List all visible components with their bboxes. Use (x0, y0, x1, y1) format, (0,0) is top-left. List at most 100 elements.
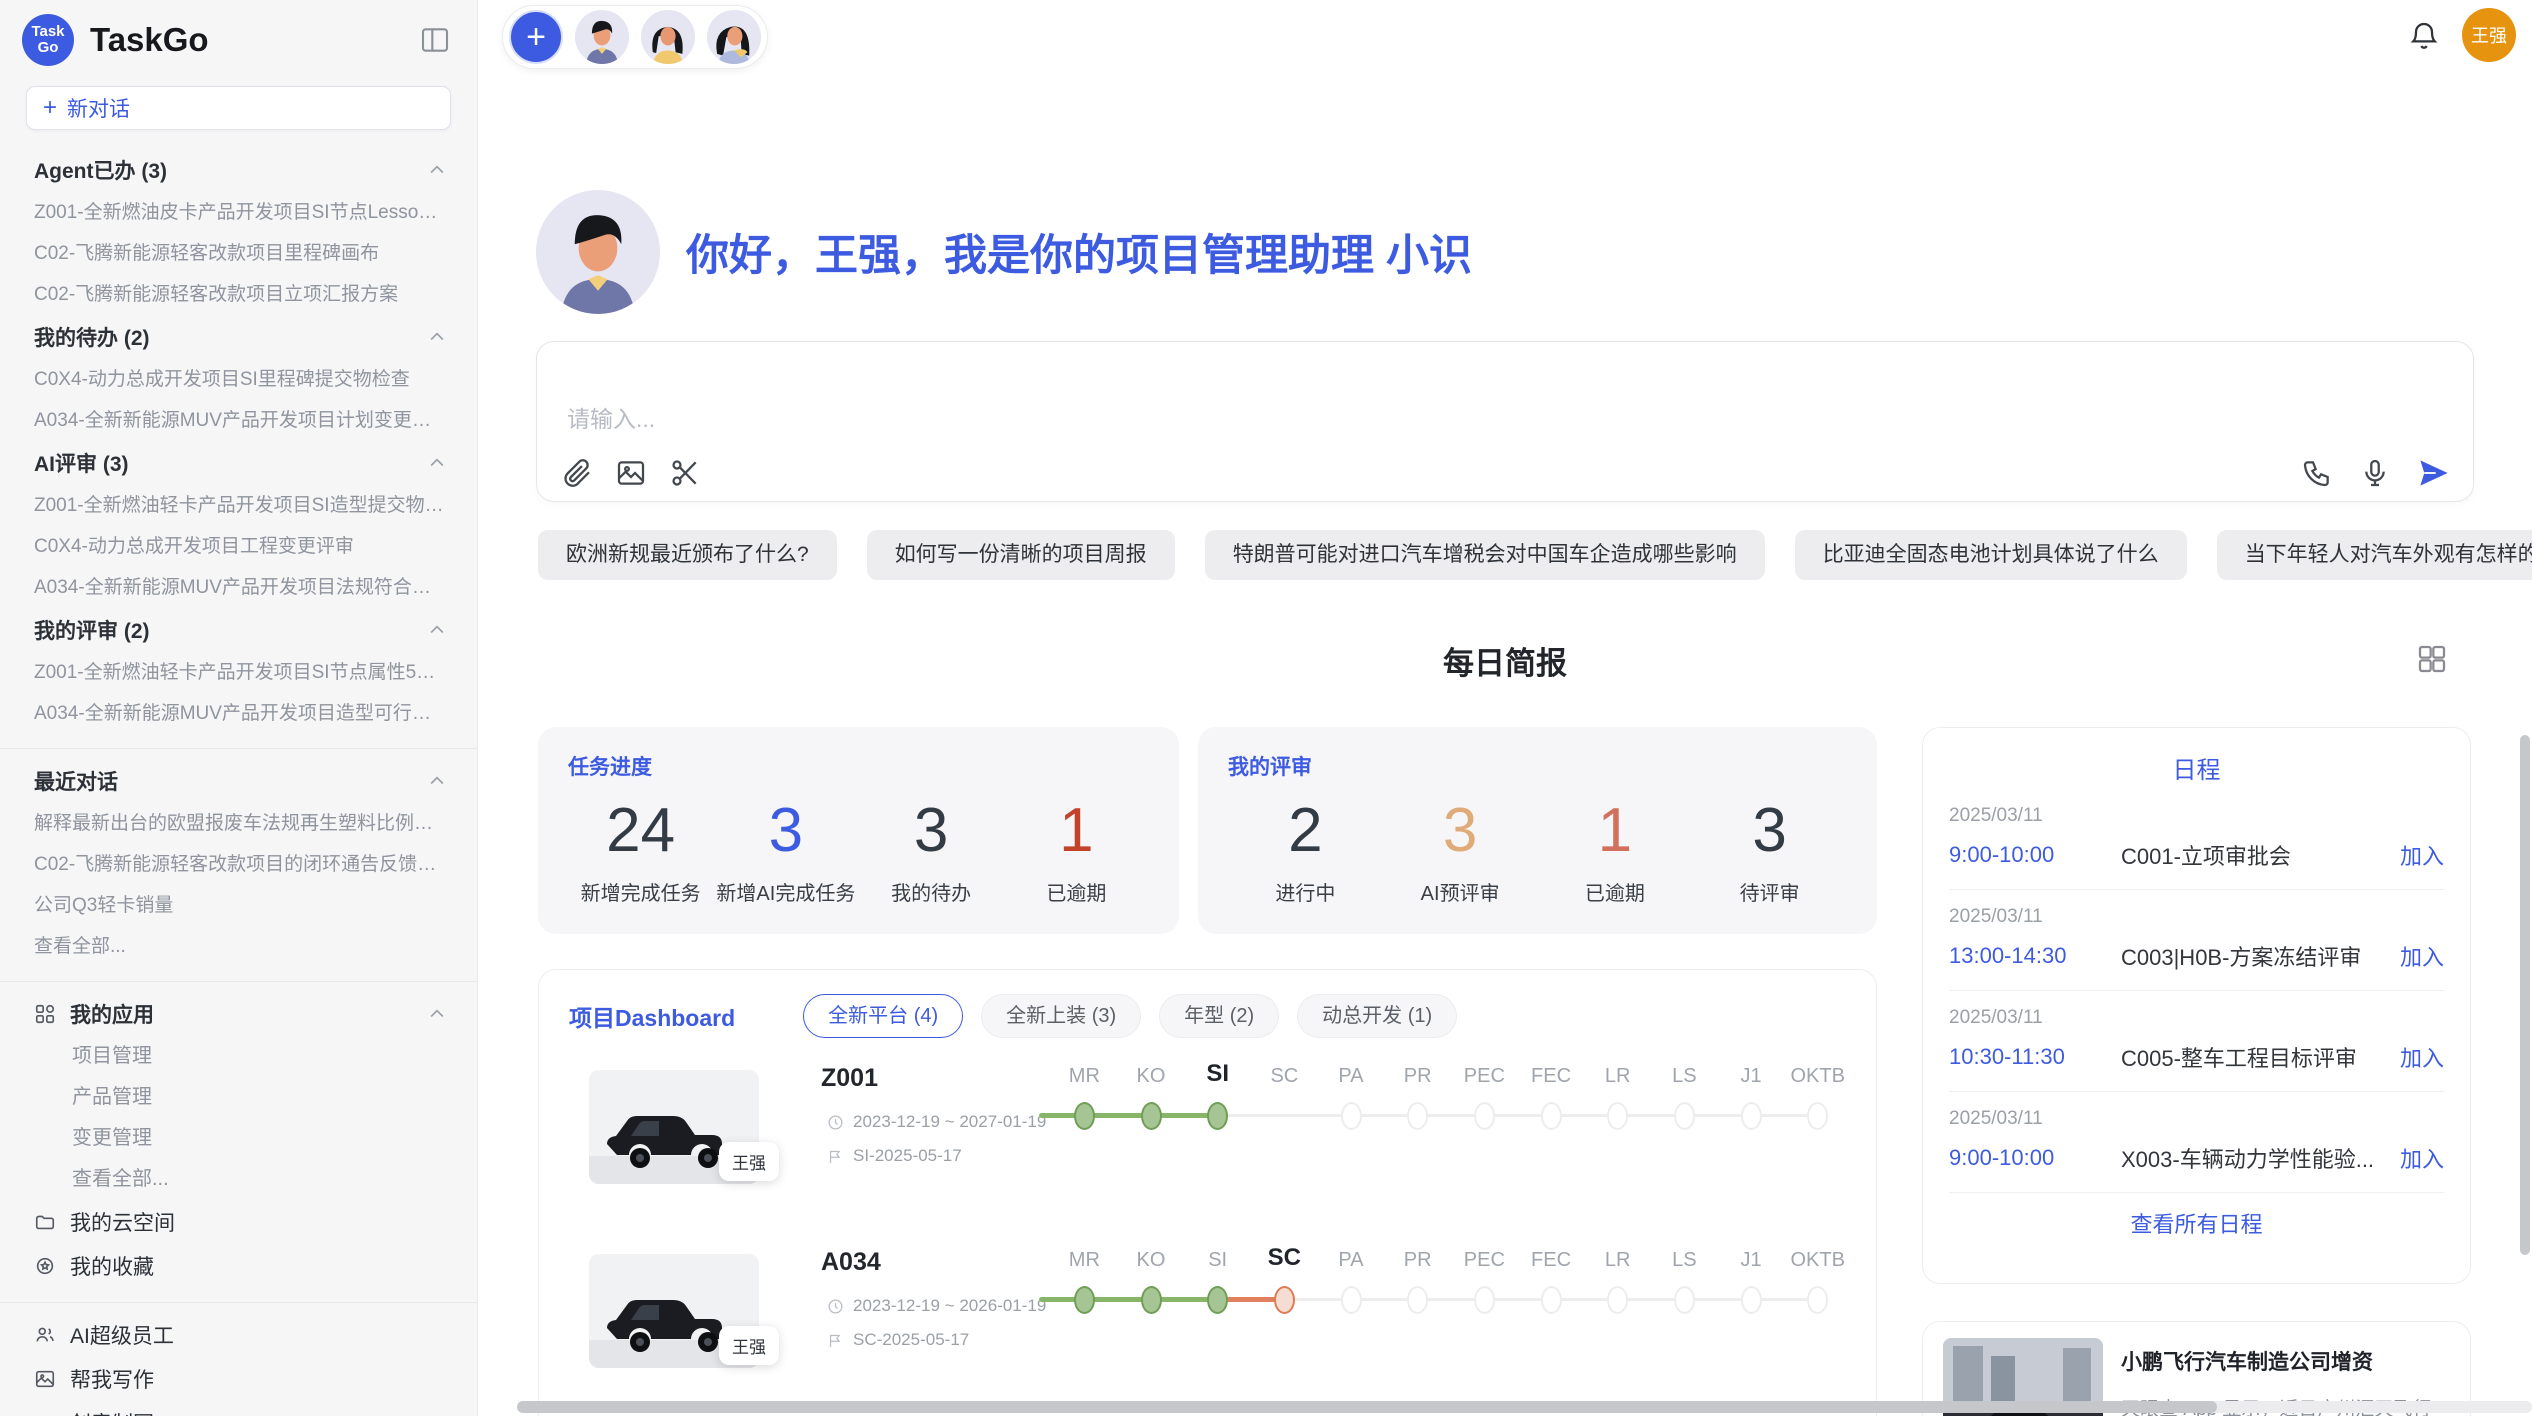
milestone-node[interactable] (1074, 1286, 1095, 1314)
attachment-icon[interactable] (561, 457, 593, 489)
chevron-up-icon[interactable] (427, 1004, 447, 1024)
list-item[interactable]: Z001-全新燃油轻卡产品开发项目SI节点属性5D文件评审 (34, 652, 447, 693)
creative-drawing[interactable]: 创意制图 (34, 1401, 447, 1416)
view-all-chats[interactable]: 查看全部... (34, 926, 447, 967)
suggestion-chip[interactable]: 如何写一份清晰的项目周报 (867, 530, 1175, 580)
vertical-scrollbar-thumb[interactable] (2520, 735, 2530, 1255)
scissors-icon[interactable] (669, 457, 701, 489)
section-my-review[interactable]: 我的评审 (2) (34, 608, 447, 652)
milestone-node[interactable] (1141, 1102, 1162, 1130)
milestone-node[interactable] (1607, 1102, 1628, 1130)
milestone-node[interactable] (1807, 1102, 1828, 1130)
milestone-node[interactable] (1407, 1286, 1428, 1314)
section-my-apps[interactable]: 我的应用 (34, 992, 447, 1036)
chevron-up-icon[interactable] (427, 620, 447, 640)
image-upload-icon[interactable] (615, 457, 647, 489)
join-button[interactable]: 加入 (2400, 1142, 2444, 1174)
agent-avatar-3[interactable] (707, 10, 761, 64)
my-favorites[interactable]: 我的收藏 (34, 1244, 447, 1288)
card-title: 任务进度 (568, 751, 1149, 781)
microphone-icon[interactable] (2359, 457, 2391, 489)
list-item[interactable]: C0X4-动力总成开发项目SI里程碑提交物检查 (34, 359, 447, 400)
app-item-change-mgmt[interactable]: 变更管理 (34, 1118, 447, 1159)
agent-avatar-2[interactable] (641, 10, 695, 64)
section-recent-chats[interactable]: 最近对话 (34, 759, 447, 803)
new-chat-button[interactable]: + 新对话 (26, 86, 451, 130)
suggestion-chip[interactable]: 比亚迪全固态电池计划具体说了什么 (1795, 530, 2187, 580)
section-agent-done[interactable]: Agent已办 (3) (34, 148, 447, 192)
card-title: 我的评审 (1228, 751, 1847, 781)
milestone-node[interactable] (1407, 1102, 1428, 1130)
milestone-node[interactable] (1741, 1286, 1762, 1314)
notifications-bell-icon[interactable] (2408, 20, 2440, 52)
join-button[interactable]: 加入 (2400, 1041, 2444, 1073)
list-item[interactable]: C0X4-动力总成开发项目工程变更评审 (34, 526, 447, 567)
milestone-node[interactable] (1541, 1286, 1562, 1314)
list-item[interactable]: 公司Q3轻卡销量 (34, 885, 447, 926)
section-my-todo[interactable]: 我的待办 (2) (34, 315, 447, 359)
milestone-node[interactable] (1074, 1102, 1095, 1130)
tab-all-new-platform[interactable]: 全新平台 (4) (803, 994, 963, 1038)
list-item[interactable]: A034-全新新能源MUV产品开发项目造型可行性评审 (34, 693, 447, 734)
add-agent-button[interactable]: + (509, 10, 563, 64)
milestone-label: SC (1268, 1244, 1301, 1272)
milestone-node[interactable] (1674, 1102, 1695, 1130)
entry-time: 10:30-11:30 (1949, 1044, 2121, 1070)
tab-new-body[interactable]: 全新上装 (3) (981, 994, 1141, 1038)
help-me-write[interactable]: 帮我写作 (34, 1357, 447, 1401)
horizontal-scrollbar-thumb[interactable] (517, 1401, 2217, 1413)
layout-grid-icon[interactable] (2416, 643, 2448, 675)
chevron-up-icon[interactable] (427, 771, 447, 791)
send-icon[interactable] (2417, 457, 2449, 489)
collapse-sidebar-icon[interactable] (419, 24, 451, 56)
project-next-milestone: SC-2025-05-17 (853, 1330, 969, 1350)
view-all-apps[interactable]: 查看全部... (34, 1159, 447, 1200)
chevron-up-icon[interactable] (427, 453, 447, 473)
milestone-node[interactable] (1541, 1102, 1562, 1130)
milestone-node[interactable] (1274, 1286, 1295, 1314)
milestone-node[interactable] (1474, 1102, 1495, 1130)
join-button[interactable]: 加入 (2400, 940, 2444, 972)
milestone-node[interactable] (1674, 1286, 1695, 1314)
list-item[interactable]: Z001-全新燃油皮卡产品开发项目SI节点Lesson Learn报告 (34, 192, 447, 233)
list-item[interactable]: Z001-全新燃油轻卡产品开发项目SI造型提交物评审 (34, 485, 447, 526)
suggestion-chip[interactable]: 欧洲新规最近颁布了什么? (538, 530, 837, 580)
user-avatar[interactable]: 王强 (2462, 8, 2516, 62)
list-item[interactable]: A034-全新新能源MUV产品开发项目法规符合性评审 (34, 567, 447, 608)
milestone-node[interactable] (1741, 1102, 1762, 1130)
milestone-node[interactable] (1474, 1286, 1495, 1314)
app-item-project-mgmt[interactable]: 项目管理 (34, 1036, 447, 1077)
milestone-node[interactable] (1141, 1286, 1162, 1314)
tab-model-year[interactable]: 年型 (2) (1159, 994, 1279, 1038)
ai-super-staff[interactable]: AI超级员工 (34, 1313, 447, 1357)
list-item[interactable]: 解释最新出台的欧盟报废车法规再生塑料比例被调至15%... (34, 803, 447, 844)
tab-powertrain[interactable]: 动总开发 (1) (1297, 994, 1457, 1038)
milestone-label: KO (1137, 1065, 1166, 1088)
milestone-node[interactable] (1807, 1286, 1828, 1314)
milestone-node[interactable] (1341, 1102, 1362, 1130)
horizontal-scrollbar[interactable] (517, 1401, 2532, 1413)
people-icon (34, 1324, 56, 1346)
list-item[interactable]: C02-飞腾新能源轻客改款项目里程碑画布 (34, 233, 447, 274)
section-ai-review[interactable]: AI评审 (3) (34, 441, 447, 485)
app-item-product-mgmt[interactable]: 产品管理 (34, 1077, 447, 1118)
chevron-up-icon[interactable] (427, 327, 447, 347)
phone-call-icon[interactable] (2301, 457, 2333, 489)
list-item[interactable]: C02-飞腾新能源轻客改款项目立项汇报方案 (34, 274, 447, 315)
my-cloud-space[interactable]: 我的云空间 (34, 1200, 447, 1244)
milestone-node[interactable] (1207, 1102, 1228, 1130)
suggestion-chip[interactable]: 特朗普可能对进口汽车增税会对中国车企造成哪些影响 (1205, 530, 1765, 580)
chevron-up-icon[interactable] (427, 160, 447, 180)
milestone-node[interactable] (1341, 1286, 1362, 1314)
project-row[interactable]: 王强 A034 2023-12-19 ~ 2026-01-19 SC-2025-… (569, 1232, 1846, 1406)
list-item[interactable]: C02-飞腾新能源轻客改款项目的闭环通告反馈情况 (34, 844, 447, 885)
milestone-node[interactable] (1207, 1286, 1228, 1314)
project-row[interactable]: 王强 Z001 2023-12-19 ~ 2027-01-19 SI-2025-… (569, 1048, 1846, 1222)
agent-avatar-1[interactable] (575, 10, 629, 64)
milestone-node[interactable] (1607, 1286, 1628, 1314)
suggestion-chip[interactable]: 当下年轻人对汽车外观有怎样的喜好趋势 (2217, 530, 2532, 580)
view-all-schedule[interactable]: 查看所有日程 (1949, 1207, 2444, 1239)
message-input[interactable] (567, 400, 1967, 440)
list-item[interactable]: A034-全新新能源MUV产品开发项目计划变更表编写 (34, 400, 447, 441)
join-button[interactable]: 加入 (2400, 839, 2444, 871)
